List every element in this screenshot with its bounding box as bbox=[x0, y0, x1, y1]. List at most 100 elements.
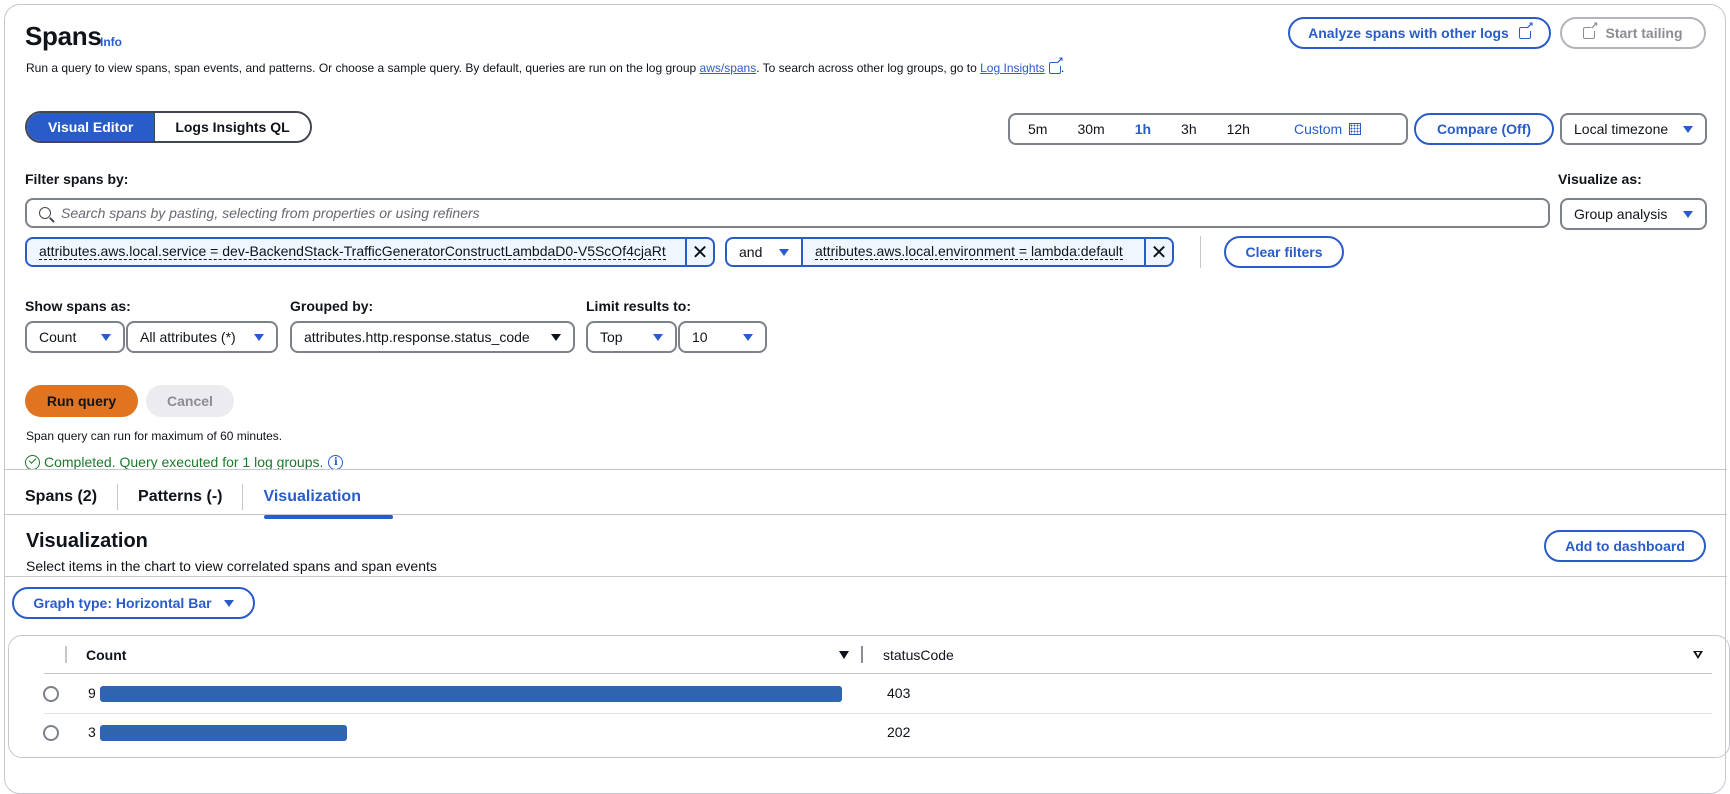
filter-token-service[interactable]: attributes.aws.local.service = dev-Backe… bbox=[25, 237, 715, 267]
visual-editor-tab[interactable]: Visual Editor bbox=[27, 113, 155, 141]
limit-order-dropdown[interactable]: Top bbox=[586, 321, 677, 353]
filter-label: Filter spans by: bbox=[25, 171, 129, 187]
external-link-icon bbox=[1048, 56, 1064, 74]
divider bbox=[5, 469, 1727, 470]
calendar-icon bbox=[1349, 123, 1362, 135]
visualization-subtitle: Select items in the chart to view correl… bbox=[26, 558, 437, 574]
log-insights-link-label: Log Insights bbox=[980, 61, 1045, 75]
divider bbox=[1200, 236, 1201, 268]
tab-patterns[interactable]: Patterns (-) bbox=[117, 484, 242, 510]
column-resizer[interactable] bbox=[861, 646, 863, 663]
show-spans-label: Show spans as: bbox=[25, 298, 131, 314]
row-divider bbox=[44, 713, 1712, 714]
visualize-as-dropdown[interactable]: Group analysis bbox=[1560, 198, 1707, 230]
results-table: Count statusCode 9 403 3 202 bbox=[8, 635, 1730, 758]
info-icon[interactable]: i bbox=[328, 454, 344, 470]
grouped-by-label: Grouped by: bbox=[290, 298, 374, 314]
show-spans-dropdown[interactable]: Count bbox=[25, 321, 125, 353]
caret-down-icon bbox=[779, 248, 789, 256]
bar-value-label: 3 bbox=[88, 724, 96, 740]
caret-down-icon bbox=[1683, 210, 1693, 218]
results-tabs: Spans (2) Patterns (-) Visualization bbox=[5, 475, 393, 519]
caret-down-icon bbox=[551, 333, 561, 341]
remove-filter-icon[interactable]: ✕ bbox=[685, 239, 713, 265]
tab-spans[interactable]: Spans (2) bbox=[5, 475, 117, 519]
filter-search-input[interactable]: Search spans by pasting, selecting from … bbox=[25, 198, 1550, 228]
graph-type-dropdown[interactable]: Graph type: Horizontal Bar bbox=[12, 587, 255, 619]
header-divider bbox=[44, 673, 1712, 674]
start-tailing-label: Start tailing bbox=[1605, 25, 1683, 41]
divider bbox=[5, 514, 1727, 515]
caret-down-icon bbox=[223, 599, 234, 607]
row-select-radio[interactable] bbox=[43, 725, 59, 741]
column-divider bbox=[65, 646, 67, 663]
column-header-statuscode[interactable]: statusCode bbox=[883, 636, 954, 673]
graph-type-label: Graph type: Horizontal Bar bbox=[33, 595, 212, 611]
add-to-dashboard-button[interactable]: Add to dashboard bbox=[1544, 530, 1706, 562]
run-query-button[interactable]: Run query bbox=[25, 385, 138, 417]
show-spans-value: Count bbox=[39, 329, 77, 345]
range-12h[interactable]: 12h bbox=[1212, 121, 1265, 137]
logs-insights-ql-tab[interactable]: Logs Insights QL bbox=[154, 113, 310, 141]
row-select-radio[interactable] bbox=[43, 686, 59, 702]
sort-unsorted-icon[interactable] bbox=[1693, 636, 1703, 673]
limit-order-value: Top bbox=[600, 329, 623, 345]
operator-value: and bbox=[739, 244, 763, 260]
range-1h[interactable]: 1h bbox=[1120, 121, 1166, 137]
timezone-dropdown[interactable]: Local timezone bbox=[1560, 113, 1707, 145]
range-5m[interactable]: 5m bbox=[1010, 121, 1062, 137]
limit-count-dropdown[interactable]: 10 bbox=[678, 321, 767, 353]
filter-token-text: attributes.aws.local.service = dev-Backe… bbox=[39, 243, 666, 260]
limit-results-label: Limit results to: bbox=[586, 298, 692, 314]
cancel-button: Cancel bbox=[146, 385, 234, 417]
range-30m[interactable]: 30m bbox=[1062, 121, 1119, 137]
category-label: 202 bbox=[887, 724, 911, 740]
log-insights-link[interactable]: Log Insights bbox=[980, 61, 1045, 75]
attributes-dropdown[interactable]: All attributes (*) bbox=[126, 321, 278, 353]
info-link[interactable]: Info bbox=[100, 35, 122, 49]
external-link-icon bbox=[1518, 21, 1534, 39]
editor-mode-toggle: Visual Editor Logs Insights QL bbox=[25, 111, 312, 143]
divider bbox=[5, 576, 1727, 577]
description-text: . To search across other log groups, go … bbox=[756, 61, 981, 75]
spans-page-container: Spans Info Run a query to view spans, sp… bbox=[4, 4, 1730, 794]
filter-token-text: attributes.aws.local.environment = lambd… bbox=[815, 243, 1123, 260]
caret-down-icon bbox=[254, 333, 264, 341]
limit-count-value: 10 bbox=[692, 329, 708, 345]
bar-202[interactable] bbox=[100, 725, 348, 741]
custom-label: Custom bbox=[1293, 121, 1343, 137]
search-placeholder: Search spans by pasting, selecting from … bbox=[61, 205, 480, 221]
remove-filter-icon[interactable]: ✕ bbox=[1144, 239, 1172, 265]
visualize-as-value: Group analysis bbox=[1574, 206, 1668, 222]
column-header-count[interactable]: Count bbox=[86, 636, 126, 673]
range-3h[interactable]: 3h bbox=[1166, 121, 1212, 137]
bar-403[interactable] bbox=[100, 686, 842, 702]
sort-descending-icon[interactable] bbox=[839, 636, 849, 673]
caret-down-icon bbox=[1683, 125, 1693, 133]
external-link-icon bbox=[1583, 21, 1598, 39]
tab-visualization[interactable]: Visualization bbox=[242, 484, 393, 519]
filter-token-environment[interactable]: attributes.aws.local.environment = lambd… bbox=[801, 237, 1174, 267]
category-label: 403 bbox=[887, 685, 911, 701]
page-description: Run a query to view spans, span events, … bbox=[26, 56, 1064, 75]
log-group-link[interactable]: aws/spans bbox=[700, 61, 757, 75]
range-custom[interactable]: Custom bbox=[1279, 121, 1376, 137]
analyze-spans-button[interactable]: Analyze spans with other logs bbox=[1288, 17, 1551, 49]
compare-button[interactable]: Compare (Off) bbox=[1414, 113, 1554, 145]
caret-down-icon bbox=[743, 333, 753, 341]
visualize-label: Visualize as: bbox=[1558, 171, 1642, 187]
grouped-by-dropdown[interactable]: attributes.http.response.status_code bbox=[290, 321, 575, 353]
attributes-value: All attributes (*) bbox=[140, 329, 236, 345]
search-icon bbox=[39, 207, 51, 219]
bar-value-label: 9 bbox=[88, 685, 96, 701]
description-text: Run a query to view spans, span events, … bbox=[26, 61, 700, 75]
status-text: Completed. Query executed for 1 log grou… bbox=[44, 454, 324, 470]
clear-filters-button[interactable]: Clear filters bbox=[1224, 236, 1344, 268]
filter-operator-dropdown[interactable]: and bbox=[725, 237, 801, 267]
query-hint: Span query can run for maximum of 60 min… bbox=[26, 429, 283, 443]
timezone-value: Local timezone bbox=[1574, 121, 1669, 137]
success-check-icon bbox=[25, 454, 40, 470]
visualization-title: Visualization bbox=[26, 530, 148, 552]
page-title: Spans bbox=[25, 21, 102, 51]
caret-down-icon bbox=[101, 333, 111, 341]
